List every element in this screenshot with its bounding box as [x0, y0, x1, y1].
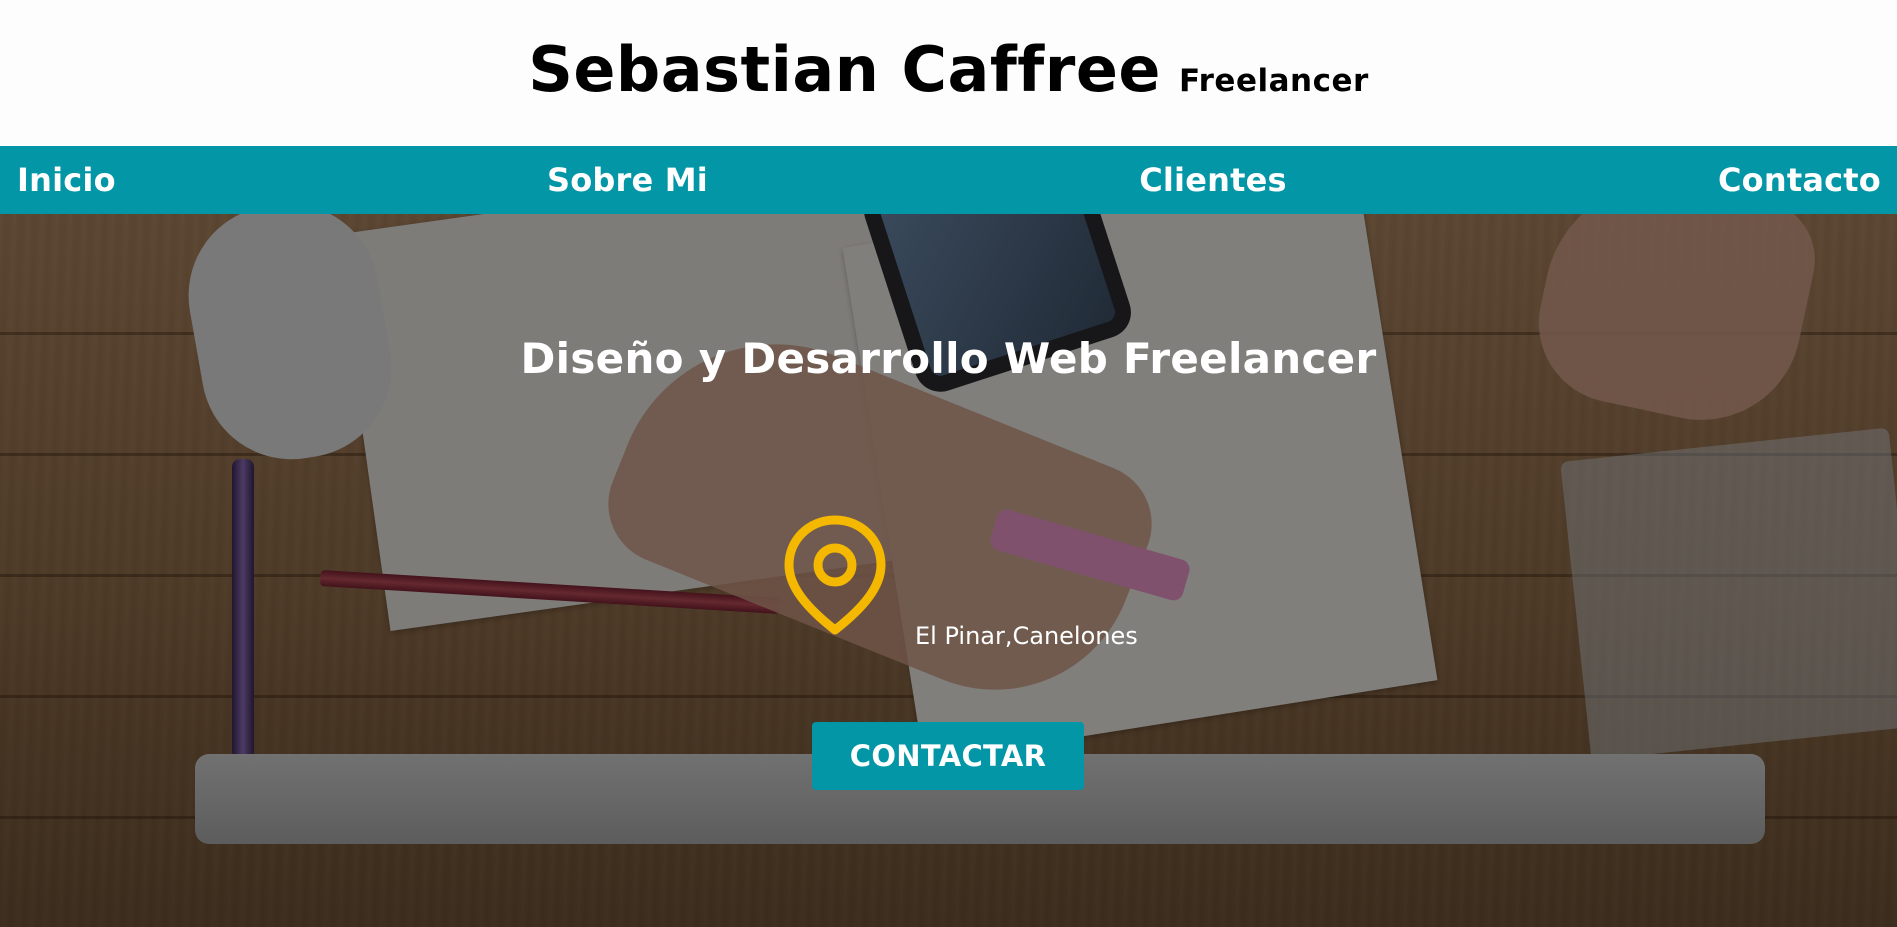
site-title: Sebastian Caffree Freelancer [528, 33, 1369, 106]
nav-link-inicio[interactable]: Inicio [17, 161, 116, 199]
site-header: Sebastian Caffree Freelancer [0, 0, 1897, 146]
hero-overlay [0, 214, 1897, 927]
map-pin-icon [784, 515, 886, 635]
hero-section: Diseño y Desarrollo Web Freelancer El Pi… [0, 214, 1897, 927]
owner-name: Sebastian Caffree [528, 32, 1161, 106]
location-text: El Pinar,Canelones [915, 622, 1138, 650]
nav-link-clientes[interactable]: Clientes [1139, 161, 1287, 199]
nav-link-sobre-mi[interactable]: Sobre Mi [547, 161, 708, 199]
site-subtitle: Freelancer [1178, 62, 1369, 99]
hero-title: Diseño y Desarrollo Web Freelancer [520, 334, 1377, 383]
nav-link-contacto[interactable]: Contacto [1718, 161, 1881, 199]
contact-button[interactable]: CONTACTAR [812, 722, 1084, 790]
main-nav: Inicio Sobre Mi Clientes Contacto [0, 146, 1897, 214]
